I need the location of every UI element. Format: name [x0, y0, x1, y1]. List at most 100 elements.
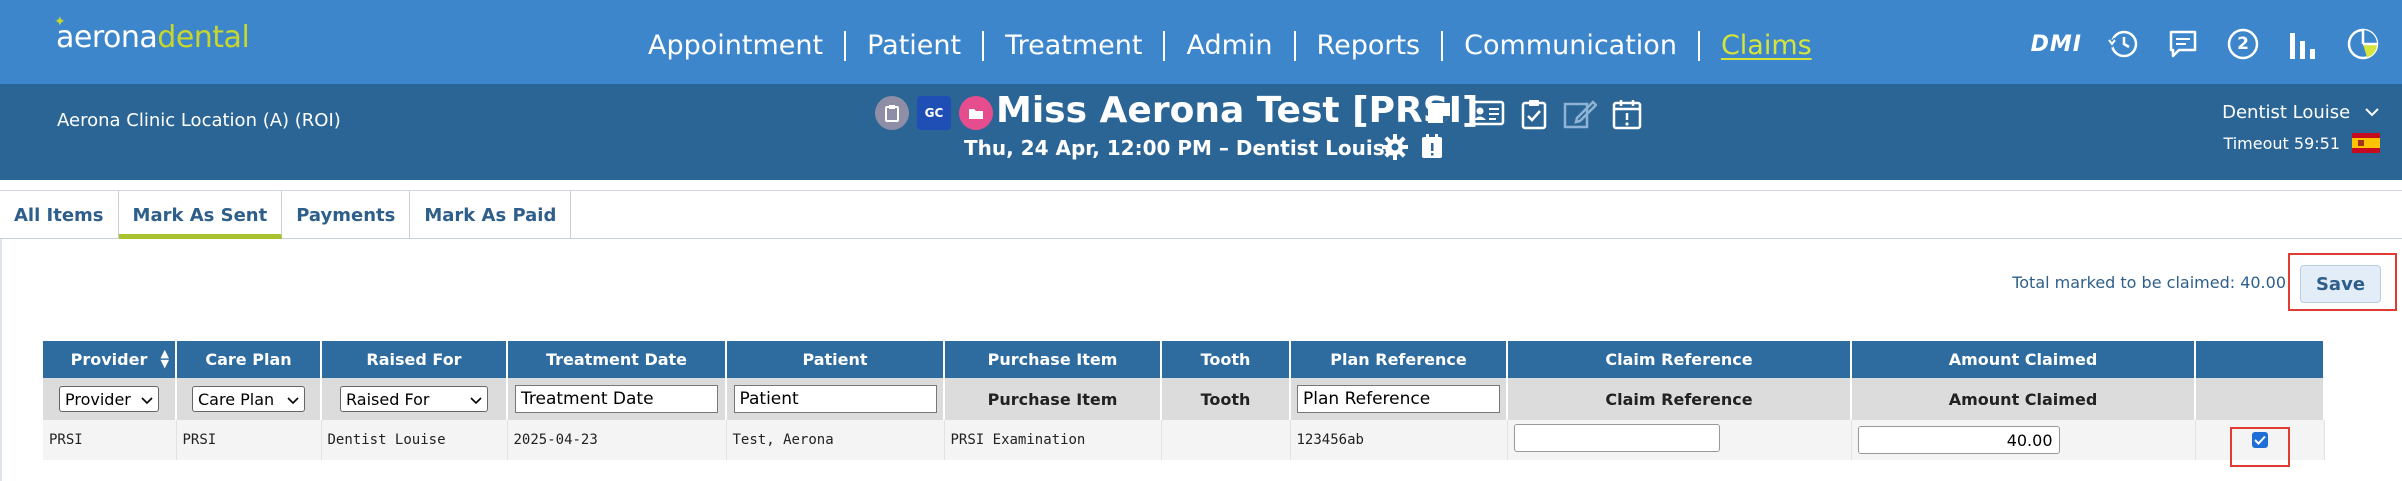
calendar-alert-small-icon[interactable] — [1421, 133, 1443, 165]
provider-filter-select[interactable]: Provider — [59, 386, 159, 412]
col-care-plan[interactable]: Care Plan — [176, 341, 322, 378]
tab-mark-as-sent[interactable]: Mark As Sent — [118, 191, 283, 239]
cell-amount-claimed: 40.00 — [1851, 420, 2196, 460]
nav-claims[interactable]: Claims — [1700, 31, 1833, 61]
claim-reference-input[interactable] — [1513, 424, 1720, 452]
notification-count: 2 — [2237, 34, 2249, 54]
notification-count-icon[interactable]: 2 — [2224, 25, 2262, 63]
filter-treatment-date-cell: Treatment Date — [507, 378, 727, 420]
patient-action-icons — [1424, 98, 1642, 134]
main-nav: Appointment Patient Treatment Admin Repo… — [627, 28, 1833, 64]
panel-border — [0, 239, 2, 481]
logo-text-aerona: aerona — [56, 20, 158, 55]
cell-purchase-item: PRSI Examination — [944, 420, 1162, 460]
filter-patient-cell: Patient — [726, 378, 945, 420]
col-patient[interactable]: Patient — [726, 341, 945, 378]
user-panel: Dentist Louise Timeout 59:51 — [2222, 102, 2380, 153]
session-timeout: Timeout 59:51 — [2222, 133, 2380, 153]
nav-appointment[interactable]: Appointment — [627, 31, 847, 61]
select-chevron-icon — [470, 390, 482, 409]
filter-select-cell — [2195, 378, 2325, 420]
checkbox-highlight — [2230, 427, 2290, 467]
edit-icon[interactable] — [1563, 98, 1598, 134]
settings-gear-icon[interactable] — [1381, 133, 1409, 165]
clipboard-check-icon[interactable] — [1520, 98, 1548, 134]
spain-flag-icon[interactable] — [2352, 133, 2380, 153]
save-button[interactable]: Save — [2300, 265, 2381, 303]
aerona-dental-logo[interactable]: ✦ aeronadental — [54, 14, 250, 60]
care-plan-filter-value: Care Plan — [198, 389, 275, 409]
appointment-info: Thu, 24 Apr, 12:00 PM – Dentist Louise — [964, 136, 1399, 160]
chevron-down-icon — [2356, 102, 2380, 123]
cell-treatment-date: 2025-04-23 — [507, 420, 727, 460]
top-right-icons: DMI 2 — [2031, 22, 2382, 66]
top-navigation-bar: ✦ aeronadental Appointment Patient Treat… — [0, 0, 2402, 84]
cell-claim-reference — [1507, 420, 1852, 460]
filter-row: Provider Care Plan Raised For Treatment … — [43, 378, 2325, 420]
filter-raised-for-cell: Raised For — [321, 378, 508, 420]
patient-header: Aerona Clinic Location (A) (ROI) GC Miss… — [0, 84, 2402, 180]
col-claim-reference[interactable]: Claim Reference — [1507, 341, 1852, 378]
claims-content: All Items Mark As Sent Payments Mark As … — [0, 190, 2402, 481]
clinic-location[interactable]: Aerona Clinic Location (A) (ROI) — [57, 110, 341, 131]
patient-badges: GC — [875, 96, 993, 130]
appointment-icons — [1381, 133, 1443, 165]
col-purchase-item[interactable]: Purchase Item — [944, 341, 1162, 378]
filter-plan-reference-cell: Plan Reference — [1290, 378, 1508, 420]
provider-filter-value: Provider — [65, 389, 131, 409]
contact-card-icon[interactable] — [1469, 98, 1505, 134]
col-treatment-date[interactable]: Treatment Date — [507, 341, 727, 378]
sort-arrows-icon[interactable]: ▲ ▼ — [161, 348, 169, 369]
care-plan-filter-select[interactable]: Care Plan — [192, 386, 305, 412]
nav-treatment[interactable]: Treatment — [984, 31, 1166, 61]
patient-name[interactable]: Miss Aerona Test [PRSI] — [996, 90, 1478, 131]
filter-amount-claimed-cell: Amount Claimed — [1851, 378, 2196, 420]
select-chevron-icon — [141, 390, 153, 409]
nav-admin[interactable]: Admin — [1165, 31, 1296, 61]
table-row[interactable]: PRSI PRSI Dentist Louise 2025-04-23 Test… — [43, 420, 2325, 460]
raised-for-filter-select[interactable]: Raised For — [340, 386, 488, 412]
col-provider[interactable]: Provider ▲ ▼ — [43, 341, 177, 378]
col-provider-label: Provider — [70, 350, 148, 369]
treatment-date-filter-input[interactable]: Treatment Date — [515, 385, 718, 413]
logo-text-dental: dental — [157, 20, 250, 55]
dmi-logo[interactable]: DMI — [2031, 32, 2082, 57]
cell-care-plan: PRSI — [176, 420, 322, 460]
col-select — [2195, 341, 2325, 378]
folder-badge-icon[interactable] — [959, 96, 993, 130]
clipboard-badge-icon[interactable] — [875, 96, 909, 130]
gc-badge[interactable]: GC — [917, 96, 951, 130]
calendar-alert-icon[interactable] — [1612, 98, 1642, 134]
raised-for-filter-value: Raised For — [346, 389, 430, 409]
user-menu[interactable]: Dentist Louise — [2222, 102, 2380, 123]
col-plan-reference[interactable]: Plan Reference — [1290, 341, 1508, 378]
timeout-text: Timeout 59:51 — [2223, 133, 2340, 153]
filter-provider-cell: Provider — [43, 378, 177, 420]
history-icon[interactable] — [2104, 25, 2142, 63]
filter-tooth-cell: Tooth — [1161, 378, 1291, 420]
nav-reports[interactable]: Reports — [1296, 31, 1444, 61]
patient-filter-input[interactable]: Patient — [733, 385, 937, 413]
tab-all-items[interactable]: All Items — [0, 191, 119, 239]
tab-mark-as-paid[interactable]: Mark As Paid — [410, 191, 572, 239]
nav-patient[interactable]: Patient — [846, 31, 985, 61]
tab-payments[interactable]: Payments — [282, 191, 411, 239]
nav-communication[interactable]: Communication — [1443, 31, 1700, 61]
filter-care-plan-cell: Care Plan — [176, 378, 322, 420]
col-raised-for[interactable]: Raised For — [321, 341, 508, 378]
claims-tabs: All Items Mark As Sent Payments Mark As … — [0, 191, 2402, 239]
col-amount-claimed[interactable]: Amount Claimed — [1851, 341, 2196, 378]
cell-patient: Test, Aerona — [726, 420, 945, 460]
plan-reference-filter-input[interactable]: Plan Reference — [1297, 385, 1500, 413]
bar-chart-icon[interactable] — [2284, 25, 2322, 63]
cell-plan-reference: 123456ab — [1290, 420, 1508, 460]
chat-icon[interactable] — [2164, 25, 2202, 63]
col-tooth[interactable]: Tooth — [1161, 341, 1291, 378]
user-name: Dentist Louise — [2222, 102, 2351, 123]
cell-tooth — [1161, 420, 1291, 460]
amount-claimed-input[interactable]: 40.00 — [1857, 426, 2060, 454]
note-icon[interactable] — [1424, 98, 1454, 134]
total-marked-label: Total marked to be claimed: 40.00 — [2012, 273, 2286, 292]
cell-raised-for: Dentist Louise — [321, 420, 508, 460]
pie-chart-icon[interactable] — [2344, 25, 2382, 63]
